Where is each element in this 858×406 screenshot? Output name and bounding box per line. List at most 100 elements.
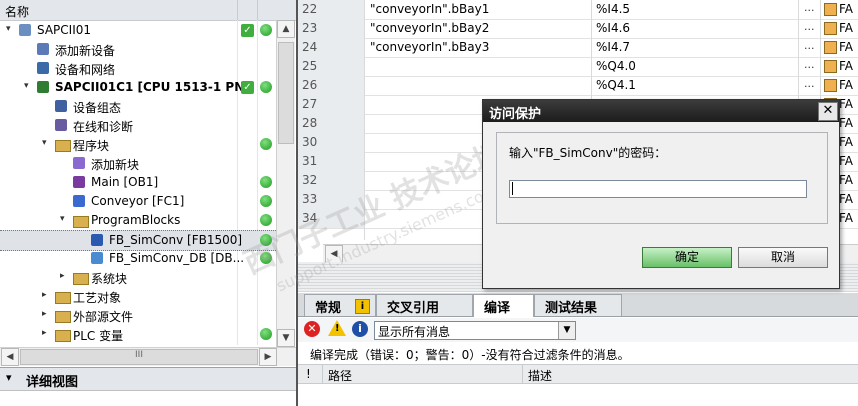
tag-name-cell[interactable]: "conveyorIn".bBay2	[370, 21, 489, 35]
row-number: 22	[302, 2, 318, 16]
info-filter-icon[interactable]: i	[352, 321, 368, 337]
tree-item[interactable]: Main [OB1]	[0, 173, 276, 192]
tree-item[interactable]: ▾ SAPCII01C1 [CPU 1513-1 PN] ✓	[0, 78, 276, 97]
folder-icon	[55, 292, 71, 304]
tree-item[interactable]: 添加新块	[0, 154, 276, 173]
inspector-tab[interactable]: 测试结果	[534, 294, 622, 316]
error-filter-icon[interactable]: ✕	[304, 321, 320, 337]
dropdown-arrow-icon[interactable]: ▼	[558, 322, 575, 339]
tree-item[interactable]: ▾ ProgramBlocks	[0, 211, 276, 230]
truncated-cell: FA	[839, 116, 854, 130]
address-cell[interactable]: %Q4.0	[596, 59, 636, 73]
expand-toggle-icon[interactable]: ▸	[42, 290, 52, 300]
tree-item[interactable]: 添加新设备	[0, 40, 276, 59]
tab-label: 编译	[484, 301, 511, 316]
tree-item[interactable]: FB_SimConv_DB [DB...	[0, 249, 276, 268]
tree-item[interactable]: 设备和网络	[0, 59, 276, 78]
table-row[interactable]: 26 %Q4.1... FA	[298, 76, 858, 96]
inspector-tab[interactable]: 交叉引用	[376, 294, 473, 316]
row-number: 28	[302, 116, 318, 130]
tree-item-label: 设备和网络	[55, 63, 116, 77]
tree-item[interactable]: ▸ 系统块	[0, 268, 276, 287]
tag-name-cell[interactable]: "conveyorIn".bBay1	[370, 2, 489, 16]
inspector-tabs: 常规 i 交叉引用 编译 测试结果	[298, 293, 858, 317]
table-scroll-left-button[interactable]: ◀	[325, 245, 343, 263]
address-cell[interactable]: %Q4.1	[596, 78, 636, 92]
table-row[interactable]: 24 "conveyorIn".bBay3 %I4.7... FA	[298, 38, 858, 58]
close-icon[interactable]: ✕	[818, 102, 838, 121]
tree-item-label: 外部源文件	[73, 310, 134, 324]
more-button[interactable]: ...	[804, 1, 815, 14]
column-path[interactable]: 路径	[328, 367, 352, 384]
expand-toggle-icon[interactable]: ▸	[42, 309, 52, 319]
scroll-left-button[interactable]: ◀	[1, 348, 19, 366]
tree-item[interactable]: ▸ 外部源文件	[0, 306, 276, 325]
collapse-toggle-icon[interactable]: ▾	[24, 81, 34, 91]
detail-view-label: 详细视图	[26, 375, 79, 390]
tag-type-icon	[824, 60, 837, 73]
tag-name-cell[interactable]: "conveyorIn".bBay3	[370, 40, 489, 54]
password-input[interactable]	[509, 180, 807, 198]
address-cell[interactable]: %I4.5	[596, 2, 630, 16]
address-cell[interactable]: %I4.6	[596, 21, 630, 35]
expand-toggle-icon[interactable]: ▸	[42, 328, 52, 338]
inspector-tab[interactable]: 编译	[473, 294, 534, 317]
inspector-tab[interactable]: 常规 i	[304, 294, 376, 316]
tree-item-label: 添加新设备	[55, 44, 116, 58]
online-status-icon	[260, 81, 272, 93]
address-cell[interactable]: %I4.7	[596, 40, 630, 54]
scroll-down-button[interactable]: ▼	[277, 329, 295, 347]
ok-button[interactable]: 确定	[642, 247, 732, 268]
tree-item-label: 工艺对象	[73, 291, 122, 305]
tree-item[interactable]: Conveyor [FC1]	[0, 192, 276, 211]
info-icon: i	[355, 299, 370, 314]
message-filter-select[interactable]: 显示所有消息 ▼	[374, 321, 576, 340]
tree-item-label: FB_SimConv_DB [DB...	[109, 251, 245, 265]
tree-item[interactable]: FB_SimConv [FB1500]	[0, 230, 276, 251]
tree-item[interactable]: ▸ PLC 变量	[0, 325, 276, 344]
column-flag: !	[306, 367, 311, 381]
expand-toggle-icon[interactable]: ▸	[60, 271, 70, 281]
scroll-thumb[interactable]	[278, 42, 294, 144]
tree-item[interactable]: ▾ SAPCII01 ✓	[0, 21, 276, 40]
scroll-up-button[interactable]: ▲	[277, 20, 295, 38]
more-button[interactable]: ...	[804, 20, 815, 33]
row-number: 27	[302, 97, 318, 111]
tree-item[interactable]: 设备组态	[0, 97, 276, 116]
row-number-cell: 25	[298, 57, 365, 76]
tag-type-icon	[824, 22, 837, 35]
table-row[interactable]: 25 %Q4.0... FA	[298, 57, 858, 77]
tree-vertical-scrollbar[interactable]: ▲ ▼	[276, 20, 295, 347]
chevron-down-icon[interactable]: ▾	[6, 371, 12, 384]
collapse-toggle-icon[interactable]: ▾	[60, 214, 70, 224]
detail-view-header[interactable]: ▾ 详细视图	[0, 367, 296, 391]
column-description[interactable]: 描述	[528, 367, 552, 384]
truncated-cell: FA	[839, 192, 854, 206]
online-status-icon	[260, 214, 272, 226]
folder-icon	[73, 273, 89, 285]
hscroll-thumb[interactable]: III	[20, 349, 258, 365]
row-number: 31	[302, 154, 318, 168]
tree-item-label: PLC 变量	[73, 329, 124, 343]
dialog-titlebar[interactable]: 访问保护 ✕	[483, 100, 839, 122]
tree-item-label: ProgramBlocks	[91, 213, 181, 227]
folder-icon	[55, 140, 71, 152]
scroll-right-button[interactable]: ▶	[259, 348, 277, 366]
online-status-icon	[260, 176, 272, 188]
tree-horizontal-scrollbar[interactable]: ◀ III ▶	[0, 347, 296, 366]
collapse-toggle-icon[interactable]: ▾	[6, 24, 16, 34]
more-button[interactable]: ...	[804, 77, 815, 90]
folder-icon	[73, 216, 89, 228]
more-button[interactable]: ...	[804, 58, 815, 71]
consistency-check-icon: ✓	[241, 81, 254, 94]
more-button[interactable]: ...	[804, 39, 815, 52]
collapse-toggle-icon[interactable]: ▾	[42, 138, 52, 148]
password-prompt: 输入"FB_SimConv"的密码：	[509, 146, 667, 160]
table-row[interactable]: 22 "conveyorIn".bBay1 %I4.5... FA	[298, 0, 858, 20]
tree-item[interactable]: 在线和诊断	[0, 116, 276, 135]
table-row[interactable]: 23 "conveyorIn".bBay2 %I4.6... FA	[298, 19, 858, 39]
cancel-button[interactable]: 取消	[738, 247, 828, 268]
tree-item[interactable]: ▸ 工艺对象	[0, 287, 276, 306]
device-config-icon	[55, 100, 67, 112]
tree-item[interactable]: ▾ 程序块	[0, 135, 276, 154]
